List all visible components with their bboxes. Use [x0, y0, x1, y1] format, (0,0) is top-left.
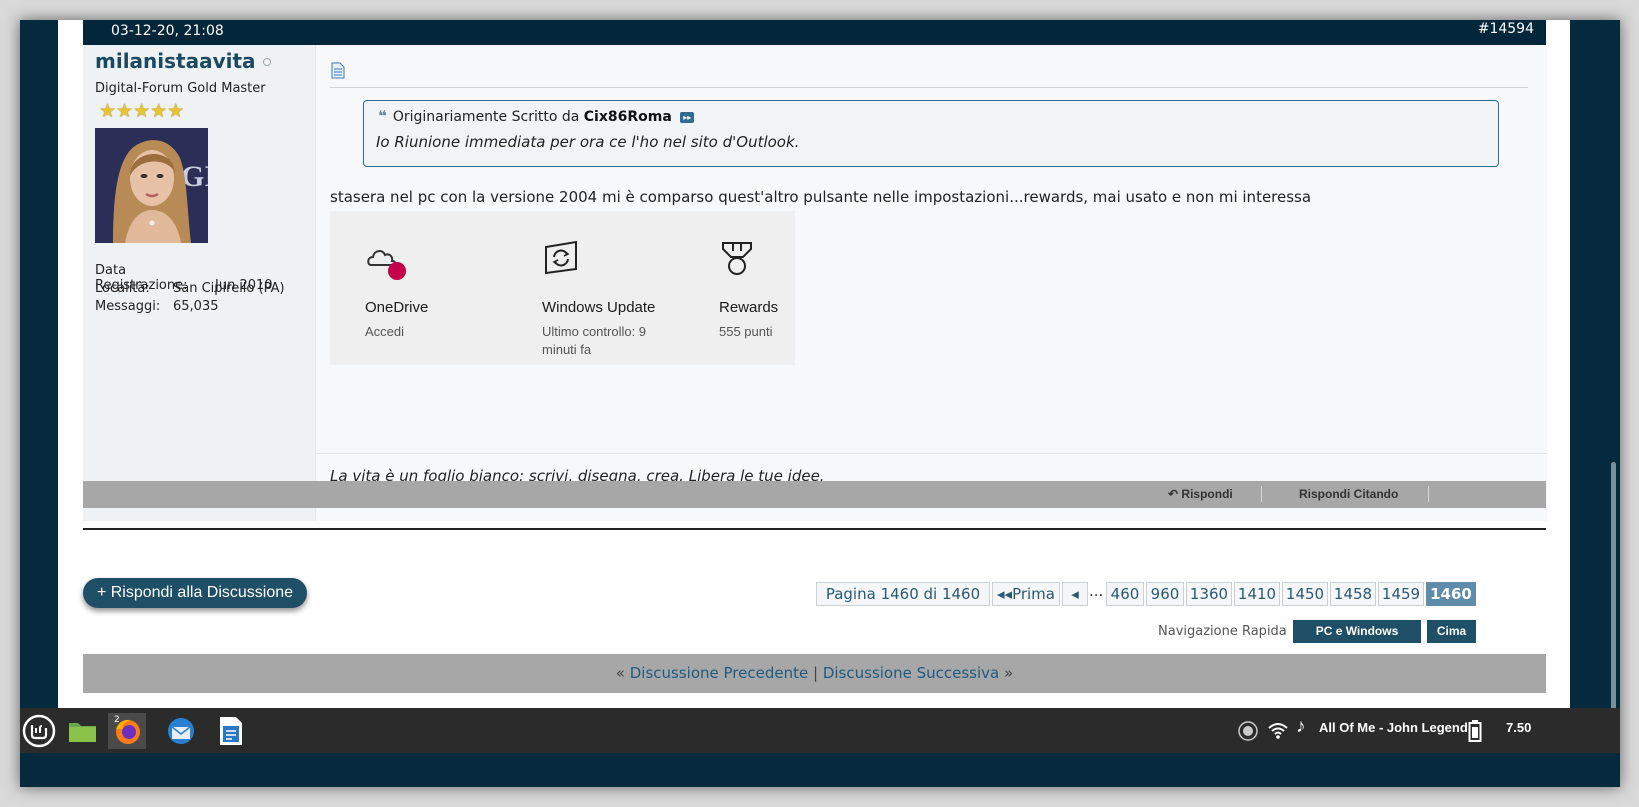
user-info-panel: milanistaavita Digital-Forum Gold Master…	[83, 45, 315, 521]
scrollbar[interactable]	[1606, 20, 1620, 740]
wifi-icon[interactable]	[1267, 721, 1289, 741]
thunderbird-icon[interactable]	[162, 713, 200, 749]
username-link[interactable]: milanistaavita	[95, 49, 256, 73]
quote-box: ❝ Originariamente Scritto da Cix86Roma ▸▸…	[363, 100, 1499, 167]
signature-divider	[316, 453, 1547, 454]
quote-text: Io Riunione immediata per ora ce l'ho ne…	[376, 133, 800, 151]
post-action-bar: ↶ Rispondi Rispondi Citando	[83, 481, 1546, 508]
previous-thread-link[interactable]: Discussione Precedente	[630, 664, 808, 682]
post-number-link[interactable]: #14594	[1478, 21, 1534, 37]
pager-page-link[interactable]: 1458	[1330, 582, 1376, 606]
pager-page-link[interactable]: 960	[1146, 582, 1184, 606]
pager-prev-button[interactable]: ◂	[1062, 582, 1088, 606]
action-separator	[1428, 486, 1429, 502]
thread-navigation: « Discussione Precedente | Discussione S…	[83, 654, 1546, 693]
pager-page-link[interactable]: 1360	[1186, 582, 1232, 606]
section-divider	[83, 528, 1546, 530]
info-row-posts: Messaggi: 65,035	[95, 299, 219, 314]
settings-screenshot[interactable]: OneDrive Accedi Windows Update Ultimo co…	[330, 211, 795, 365]
browser-window: 03-12-20, 21:08 #14594 milanistaavita Di…	[20, 20, 1620, 787]
next-thread-link[interactable]: Discussione Successiva	[823, 664, 999, 682]
pager-page-link[interactable]: 1459	[1378, 582, 1424, 606]
post-date: 03-12-20, 21:08	[111, 23, 224, 39]
document-icon	[331, 62, 345, 79]
quote-header: ❝ Originariamente Scritto da Cix86Roma ▸▸	[378, 107, 695, 125]
post-body: ❝ Originariamente Scritto da Cix86Roma ▸▸…	[315, 45, 1547, 521]
quote-icon: ❝	[378, 107, 387, 125]
offline-status-icon	[263, 58, 271, 66]
quick-nav-label: Navigazione Rapida	[1158, 624, 1287, 639]
firefox-window-count: 2	[114, 715, 120, 725]
medal-icon	[722, 242, 752, 275]
mint-menu-icon[interactable]	[20, 713, 58, 749]
sync-icon	[545, 240, 577, 275]
forum-page: 03-12-20, 21:08 #14594 milanistaavita Di…	[58, 20, 1570, 740]
pager-page-link[interactable]: 460	[1106, 582, 1144, 606]
action-separator	[1261, 486, 1262, 502]
double-chevron-left-icon: ◂◂	[997, 585, 1013, 603]
back-to-top-button[interactable]: Cima	[1427, 620, 1476, 643]
reply-quote-button[interactable]: Rispondi Citando	[1299, 487, 1398, 501]
scrollbar-thumb[interactable]	[1611, 462, 1616, 727]
pager-ellipsis: ...	[1089, 582, 1104, 600]
clock[interactable]: 7.50	[1506, 720, 1531, 735]
firefox-icon[interactable]: 2	[108, 713, 146, 749]
avatar[interactable]: GI	[95, 128, 208, 243]
reply-thread-button[interactable]: + Rispondi alla Discussione	[83, 578, 307, 608]
writer-icon[interactable]	[212, 713, 250, 749]
pager-page-link[interactable]: 1450	[1282, 582, 1328, 606]
quote-author: Cix86Roma	[583, 109, 672, 125]
user-title: Digital-Forum Gold Master	[95, 81, 266, 96]
reply-button[interactable]: ↶ Rispondi	[1168, 487, 1233, 501]
pager-first-button[interactable]: ◂◂Prima	[992, 582, 1060, 606]
pager-current-page: 1460	[1426, 582, 1476, 606]
rank-stars-icon: ★★★★★	[99, 100, 185, 122]
battery-icon[interactable]	[1468, 719, 1482, 743]
view-post-icon[interactable]: ▸▸	[680, 111, 695, 123]
music-note-icon[interactable]: ♪	[1296, 716, 1306, 738]
pager-page-link[interactable]: 1410	[1234, 582, 1280, 606]
quick-nav-forum-button[interactable]: PC e Windows	[1293, 620, 1421, 643]
post-header: 03-12-20, 21:08 #14594	[83, 20, 1546, 45]
post-message: stasera nel pc con la versione 2004 mi è…	[330, 188, 1312, 206]
redshift-icon[interactable]	[1237, 720, 1259, 742]
reply-arrow-icon: ↶	[1168, 487, 1179, 501]
now-playing[interactable]: All Of Me - John Legend	[1319, 720, 1468, 735]
files-icon[interactable]	[64, 713, 102, 749]
taskbar: 2 ♪ All Of Me - John Legend 7.50	[20, 708, 1620, 753]
post-divider	[330, 87, 1528, 88]
cloud-icon	[367, 250, 406, 280]
info-row-location: Località: San Cipirello (PA)	[95, 281, 285, 296]
pager-label: Pagina 1460 di 1460	[816, 582, 990, 606]
